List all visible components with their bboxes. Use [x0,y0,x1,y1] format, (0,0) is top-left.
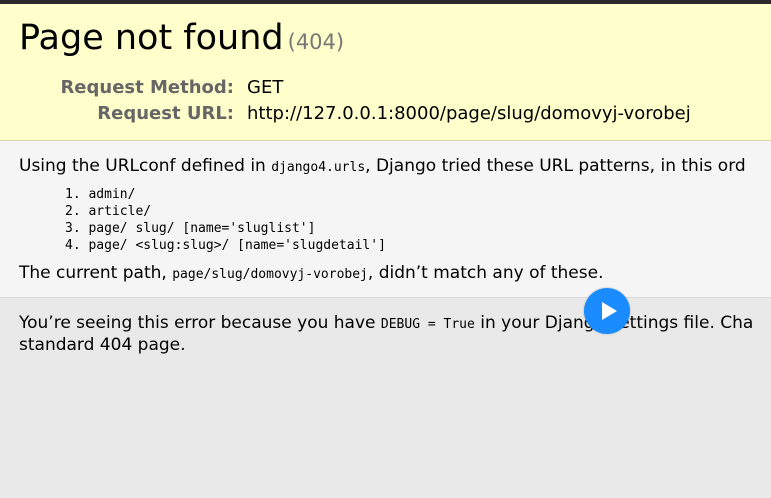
request-method-row: Request Method: GET [0,77,771,101]
current-path-message: The current path, page/slug/domovyj-voro… [19,262,603,286]
urlconf-module: django4.urls [271,160,366,175]
current-path: page/slug/domovyj-vorobej [172,267,368,282]
intro-text-end: , Django tried these URL patterns, in th… [365,156,746,176]
debug-explanation: You’re seeing this error because you hav… [0,298,771,498]
current-path-text-end: , didn’t match any of these. [367,263,604,283]
status-code: (404) [287,30,345,54]
url-pattern-item: 4. page/ <slug:slug>/ [name='slugdetail'… [65,238,386,253]
urlconf-info: Using the URLconf defined in django4.url… [0,141,771,298]
url-pattern-item: 2. article/ [65,204,152,219]
explanation-line-2: standard 404 page. [19,335,186,355]
page-title-text: Page not found [19,18,284,58]
url-pattern-item: 1. admin/ [65,187,136,202]
current-path-text: The current path, [19,263,173,283]
request-url-value: http://127.0.0.1:8000/page/slug/domovyj-… [247,103,691,124]
url-pattern-item: 3. page/ slug/ [name='sluglist'] [65,221,316,236]
explanation-line-1: You’re seeing this error because you hav… [19,312,753,336]
request-method-value: GET [247,77,284,98]
explanation-text: You’re seeing this error because you hav… [19,313,381,333]
request-url-label: Request URL: [97,103,234,124]
debug-setting: DEBUG = True [380,317,475,332]
request-url-row: Request URL: http://127.0.0.1:8000/page/… [0,103,771,127]
error-summary: Page not found (404) Request Method: GET … [0,4,771,141]
urlconf-intro: Using the URLconf defined in django4.url… [19,155,746,179]
play-icon [602,302,617,320]
play-button[interactable] [584,288,630,334]
url-pattern-list: 1. admin/ 2. article/ 3. page/ slug/ [na… [65,186,386,254]
request-method-label: Request Method: [60,77,234,98]
page-title: Page not found (404) [19,18,344,62]
intro-text: Using the URLconf defined in [19,156,272,176]
